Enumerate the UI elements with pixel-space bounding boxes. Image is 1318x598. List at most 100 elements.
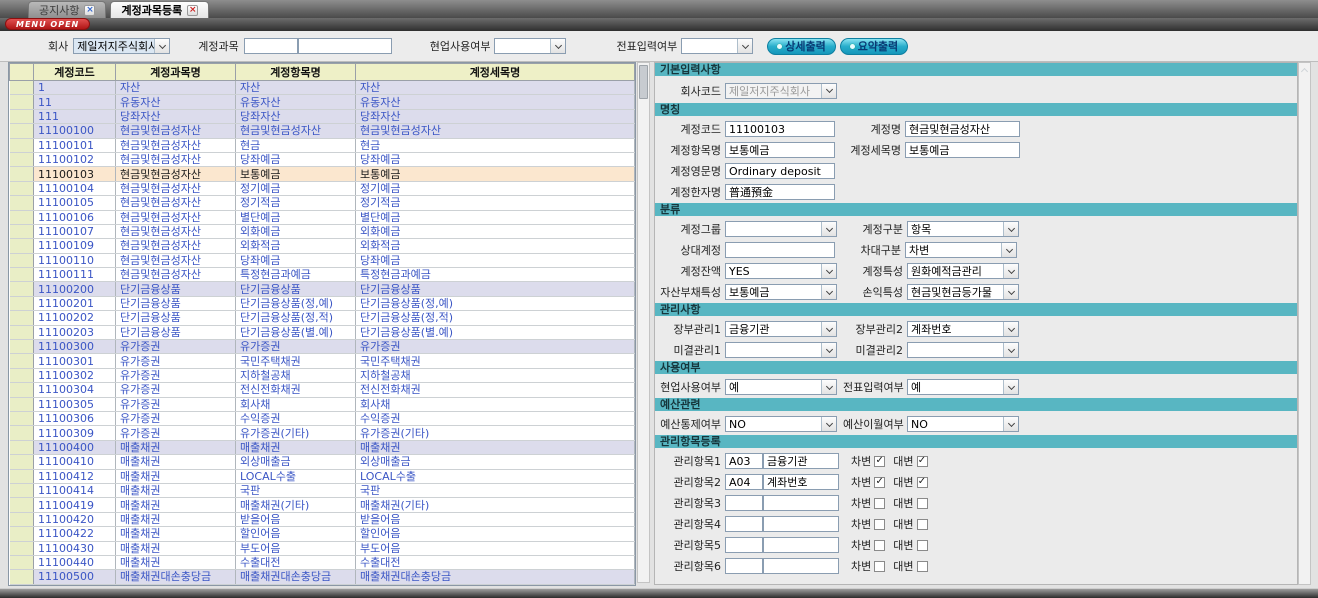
cell-detail[interactable]: 매출채권대손충당금 <box>356 570 635 584</box>
row-selector-cell[interactable] <box>10 498 34 512</box>
cell-detail[interactable]: 유가증권(기타) <box>356 426 635 440</box>
row-selector-cell[interactable] <box>10 181 34 195</box>
grid-row[interactable]: 11100111현금및현금성자산특정현금과예금특정현금과예금 <box>10 268 635 282</box>
cell-code[interactable]: 11100412 <box>34 469 116 483</box>
row-selector-cell[interactable] <box>10 81 34 95</box>
cell-name[interactable]: 매출채권 <box>116 440 236 454</box>
cell-detail[interactable]: 매출채권 <box>356 440 635 454</box>
cell-detail[interactable]: 수익증권 <box>356 411 635 425</box>
field-select[interactable]: NO <box>907 416 1019 432</box>
cell-name[interactable]: 유가증권 <box>116 426 236 440</box>
row-selector-cell[interactable] <box>10 368 34 382</box>
cell-name[interactable]: 매출채권 <box>116 541 236 555</box>
row-selector-cell[interactable] <box>10 469 34 483</box>
grid-row[interactable]: 11100302유가증권지하철공채지하철공채 <box>10 368 635 382</box>
cell-detail[interactable]: 당좌예금 <box>356 152 635 166</box>
row-selector-cell[interactable] <box>10 483 34 497</box>
cell-detail[interactable]: 외상매출금 <box>356 455 635 469</box>
account-name-input[interactable] <box>298 38 392 54</box>
debit-checkbox[interactable]: ✓ <box>874 477 885 488</box>
cell-item[interactable]: 유가증권 <box>236 340 356 354</box>
mgmt-name-input[interactable] <box>763 495 839 511</box>
cell-item[interactable]: 국판 <box>236 483 356 497</box>
cell-name[interactable]: 현금및현금성자산 <box>116 181 236 195</box>
grid-row[interactable]: 11100103현금및현금성자산보통예금보통예금 <box>10 167 635 181</box>
cell-name[interactable]: 유가증권 <box>116 368 236 382</box>
mgmt-code-input[interactable] <box>725 474 763 490</box>
row-selector-cell[interactable] <box>10 512 34 526</box>
field-select[interactable] <box>725 342 837 358</box>
cell-item[interactable]: 외화적금 <box>236 239 356 253</box>
mgmt-code-input[interactable] <box>725 558 763 574</box>
grid-scrollbar-thumb[interactable] <box>639 65 648 99</box>
grid-row[interactable]: 11100430매출채권부도어음부도어음 <box>10 541 635 555</box>
cell-item[interactable]: 수익증권 <box>236 411 356 425</box>
cell-item[interactable]: 매출채권(기타) <box>236 498 356 512</box>
cell-name[interactable]: 현금및현금성자산 <box>116 152 236 166</box>
grid-row[interactable]: 11100107현금및현금성자산외화예금외화예금 <box>10 224 635 238</box>
row-selector-cell[interactable] <box>10 440 34 454</box>
cell-code[interactable]: 11100203 <box>34 325 116 339</box>
row-selector-cell[interactable] <box>10 152 34 166</box>
row-selector-cell[interactable] <box>10 124 34 138</box>
cell-name[interactable]: 유가증권 <box>116 397 236 411</box>
field-select[interactable]: 원화예적금관리 <box>907 263 1019 279</box>
mgmt-name-input[interactable] <box>763 453 839 469</box>
cell-item[interactable]: 국민주택채권 <box>236 354 356 368</box>
cell-item[interactable]: 현금 <box>236 138 356 152</box>
cell-detail[interactable]: 정기예금 <box>356 181 635 195</box>
cell-detail[interactable]: 전신전화채권 <box>356 383 635 397</box>
cell-code[interactable]: 11100419 <box>34 498 116 512</box>
grid-row[interactable]: 11100400매출채권매출채권매출채권 <box>10 440 635 454</box>
cell-code[interactable]: 11100109 <box>34 239 116 253</box>
slip-entry-select[interactable] <box>681 38 753 54</box>
column-header-code[interactable]: 계정코드 <box>34 64 116 81</box>
column-header-detail[interactable]: 계정세목명 <box>356 64 635 81</box>
cell-detail[interactable]: 당좌예금 <box>356 253 635 267</box>
row-selector-cell[interactable] <box>10 325 34 339</box>
row-selector-cell[interactable] <box>10 138 34 152</box>
row-selector-cell[interactable] <box>10 383 34 397</box>
cell-detail[interactable]: 단기금융상품(별.예) <box>356 325 635 339</box>
row-selector-cell[interactable] <box>10 411 34 425</box>
company-select[interactable]: 제일저지주식회사 <box>73 38 170 54</box>
grid-scrollbar[interactable] <box>637 62 650 583</box>
cell-detail[interactable]: 유동자산 <box>356 95 635 109</box>
field-select[interactable]: 항목 <box>907 221 1019 237</box>
cell-code[interactable]: 11100201 <box>34 296 116 310</box>
mgmt-code-input[interactable] <box>725 495 763 511</box>
credit-checkbox[interactable] <box>917 540 928 551</box>
cell-item[interactable]: 매출채권대손충당금 <box>236 570 356 584</box>
grid-row[interactable]: 11100414매출채권국판국판 <box>10 483 635 497</box>
cell-item[interactable]: 보통예금 <box>236 167 356 181</box>
cell-code[interactable]: 11 <box>34 95 116 109</box>
grid-row[interactable]: 11100422매출채권할인어음할인어음 <box>10 527 635 541</box>
field-select[interactable]: YES <box>725 263 837 279</box>
cell-name[interactable]: 매출채권 <box>116 527 236 541</box>
tab-account-registration[interactable]: 계정과목등록 × <box>110 1 209 18</box>
field-select[interactable]: NO <box>725 416 837 432</box>
field-input[interactable] <box>905 121 1020 137</box>
cell-code[interactable]: 111 <box>34 109 116 123</box>
cell-item[interactable]: 당좌자산 <box>236 109 356 123</box>
grid-row[interactable]: 11100309유가증권유가증권(기타)유가증권(기타) <box>10 426 635 440</box>
grid-row[interactable]: 11100440매출채권수출대전수출대전 <box>10 555 635 569</box>
cell-code[interactable]: 11100101 <box>34 138 116 152</box>
cell-code[interactable]: 11100104 <box>34 181 116 195</box>
row-selector-cell[interactable] <box>10 340 34 354</box>
cell-detail[interactable]: 당좌자산 <box>356 109 635 123</box>
mgmt-name-input[interactable] <box>763 516 839 532</box>
grid-row[interactable]: 11100106현금및현금성자산별단예금별단예금 <box>10 210 635 224</box>
cell-item[interactable]: 수출대전 <box>236 555 356 569</box>
cell-detail[interactable]: 외화적금 <box>356 239 635 253</box>
cell-code[interactable]: 11100103 <box>34 167 116 181</box>
row-selector-cell[interactable] <box>10 239 34 253</box>
debit-checkbox[interactable] <box>874 498 885 509</box>
cell-item[interactable]: 당좌예금 <box>236 152 356 166</box>
cell-code[interactable]: 11100309 <box>34 426 116 440</box>
field-input[interactable] <box>725 121 835 137</box>
grid-row[interactable]: 11유동자산유동자산유동자산 <box>10 95 635 109</box>
cell-name[interactable]: 매출채권 <box>116 483 236 497</box>
cell-code[interactable]: 11100100 <box>34 124 116 138</box>
cell-detail[interactable]: 수출대전 <box>356 555 635 569</box>
